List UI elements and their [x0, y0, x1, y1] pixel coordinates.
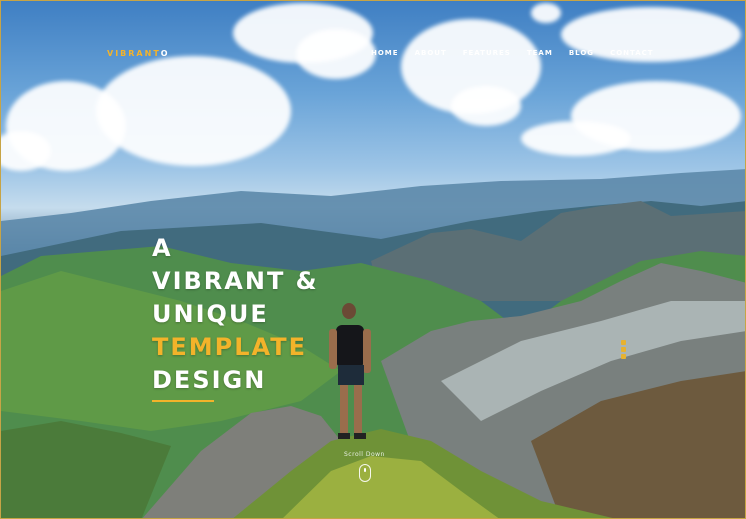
scroll-down-label[interactable]: Scroll Down [344, 451, 404, 458]
slide-indicator [621, 340, 626, 361]
logo-accent-text: VIBRANT [107, 49, 161, 58]
hiker-figure [329, 303, 371, 439]
hero-headline: A VIBRANT & UNIQUE TEMPLATE DESIGN [152, 232, 319, 397]
nav-team-link[interactable]: TEAM [527, 49, 553, 57]
nav-blog-link[interactable]: BLOG [569, 49, 594, 57]
nav-about-link[interactable]: ABOUT [415, 49, 447, 57]
headline-line-4: TEMPLATE [152, 333, 308, 361]
headline-line-1: A [152, 234, 173, 262]
top-navbar: VIBRANTO HOME ABOUT FEATURES TEAM BLOG C… [107, 49, 653, 65]
nav-home-link[interactable]: HOME [371, 49, 399, 57]
headline-line-3: UNIQUE [152, 300, 269, 328]
headline-underline [152, 400, 214, 402]
slide-dot[interactable] [621, 340, 626, 345]
nav-contact-link[interactable]: CONTACT [610, 49, 654, 57]
mouse-scroll-icon[interactable] [359, 464, 371, 482]
headline-line-5: DESIGN [152, 366, 267, 394]
logo-rest-text: O [160, 49, 170, 58]
brand-logo[interactable]: VIBRANTO [107, 49, 170, 58]
hero-section: VIBRANTO HOME ABOUT FEATURES TEAM BLOG C… [0, 0, 746, 519]
nav-features-link[interactable]: FEATURES [463, 49, 511, 57]
slide-dot[interactable] [621, 347, 626, 352]
headline-line-2: VIBRANT & [152, 267, 319, 295]
slide-dot[interactable] [621, 354, 626, 359]
nav-menu: HOME ABOUT FEATURES TEAM BLOG CONTACT [371, 49, 670, 57]
